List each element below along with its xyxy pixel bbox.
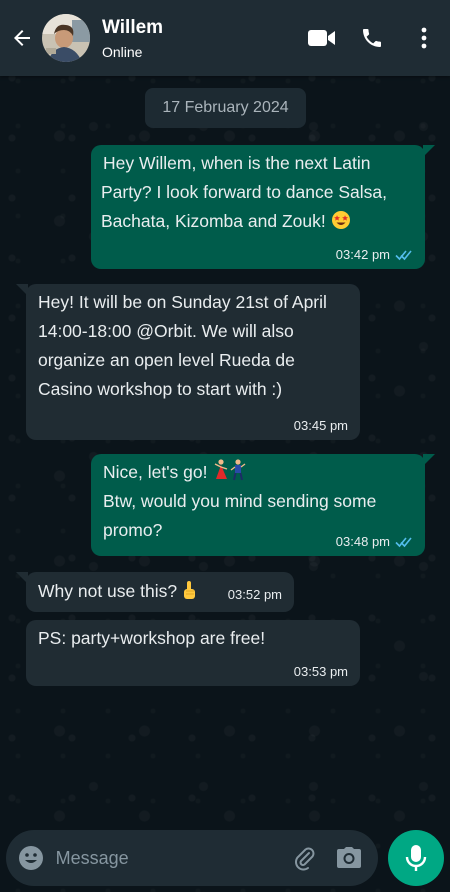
voice-call-button[interactable] (356, 18, 388, 58)
message-text-row: Bachata, Kizomba and Zouk! (101, 207, 413, 236)
message-meta: 03:53 pm (294, 664, 348, 680)
incoming-message[interactable]: PS: party+workshop are free! 03:53 pm (26, 620, 360, 686)
camera-icon (336, 847, 361, 868)
incoming-message[interactable]: Why not use this? 03:52 pm (16, 572, 294, 612)
bubble-tail (423, 454, 435, 466)
message-line: PS: party+workshop are free! (38, 628, 266, 648)
message-line: 14:00-18:00 @Orbit. We will also (38, 321, 294, 341)
outgoing-message[interactable]: Hey Willem, when is the next Latin Party… (91, 145, 435, 269)
avatar[interactable] (42, 14, 90, 62)
video-call-button[interactable] (306, 18, 338, 58)
message-time: 03:42 pm (335, 247, 390, 262)
message-line: Nice, let's go! (103, 462, 208, 482)
message-line: Hey! It will be on Sunday 21st of April (38, 292, 327, 312)
emoji-icon (18, 846, 43, 870)
star-struck-emoji-icon (331, 211, 350, 229)
message-line: organize an open level Rueda de (38, 350, 295, 370)
contact-info[interactable]: Willem Online (102, 17, 306, 60)
message-line: Party? I look forward to dance Salsa, (101, 182, 387, 202)
message-time: 03:48 pm (335, 534, 390, 549)
back-button[interactable] (2, 0, 42, 76)
bubble-tail (423, 145, 435, 157)
message-composer (6, 830, 378, 886)
attach-button[interactable] (290, 838, 320, 878)
video-call-icon (308, 30, 335, 46)
message-list[interactable]: 17 February 2024 Hey Willem, when is the… (0, 76, 450, 816)
bubble-tail (16, 284, 28, 296)
back-arrow-icon (14, 30, 30, 46)
contact-status: Online (102, 43, 143, 60)
header-actions (306, 18, 450, 58)
mic-icon (405, 845, 427, 871)
message-text-row: Nice, let's go! (103, 458, 413, 487)
date-divider: 17 February 2024 (145, 88, 306, 128)
message-time: 03:53 pm (293, 664, 348, 679)
message-line: Casino workshop to start with :) (38, 379, 283, 399)
message-line: Bachata, Kizomba and Zouk! (101, 211, 326, 231)
attach-icon (294, 847, 315, 871)
message-line: Why not use this? (38, 581, 178, 601)
message-meta: 03:52 pm (228, 587, 282, 603)
contact-name: Willem (102, 16, 164, 38)
message-input[interactable] (53, 837, 290, 879)
emoji-button[interactable] (14, 838, 48, 878)
voice-message-button[interactable] (388, 830, 444, 886)
pointing-up-emoji-icon (183, 581, 195, 599)
chat-header: Willem Online (0, 0, 450, 76)
camera-button[interactable] (334, 838, 364, 878)
more-vert-icon (421, 27, 427, 49)
message-time: 03:52 pm (227, 587, 282, 602)
message-time: 03:45 pm (293, 418, 348, 433)
double-check-icon (395, 249, 413, 261)
outgoing-message[interactable]: Nice, let's go! Btw, would you mind send… (91, 454, 435, 556)
phone-icon (363, 29, 381, 47)
incoming-message[interactable]: Hey! It will be on Sunday 21st of April … (16, 284, 360, 440)
bubble-tail (16, 572, 28, 584)
more-options-button[interactable] (408, 18, 440, 58)
double-check-icon (395, 536, 413, 548)
message-line: Btw, would you mind sending some (103, 491, 377, 511)
message-meta: 03:48 pm (336, 534, 413, 550)
message-meta: 03:42 pm (336, 247, 413, 263)
message-line: Hey Willem, when is the next Latin (103, 153, 371, 173)
message-meta: 03:45 pm (294, 418, 348, 434)
dancers-emoji-icon (215, 459, 246, 481)
